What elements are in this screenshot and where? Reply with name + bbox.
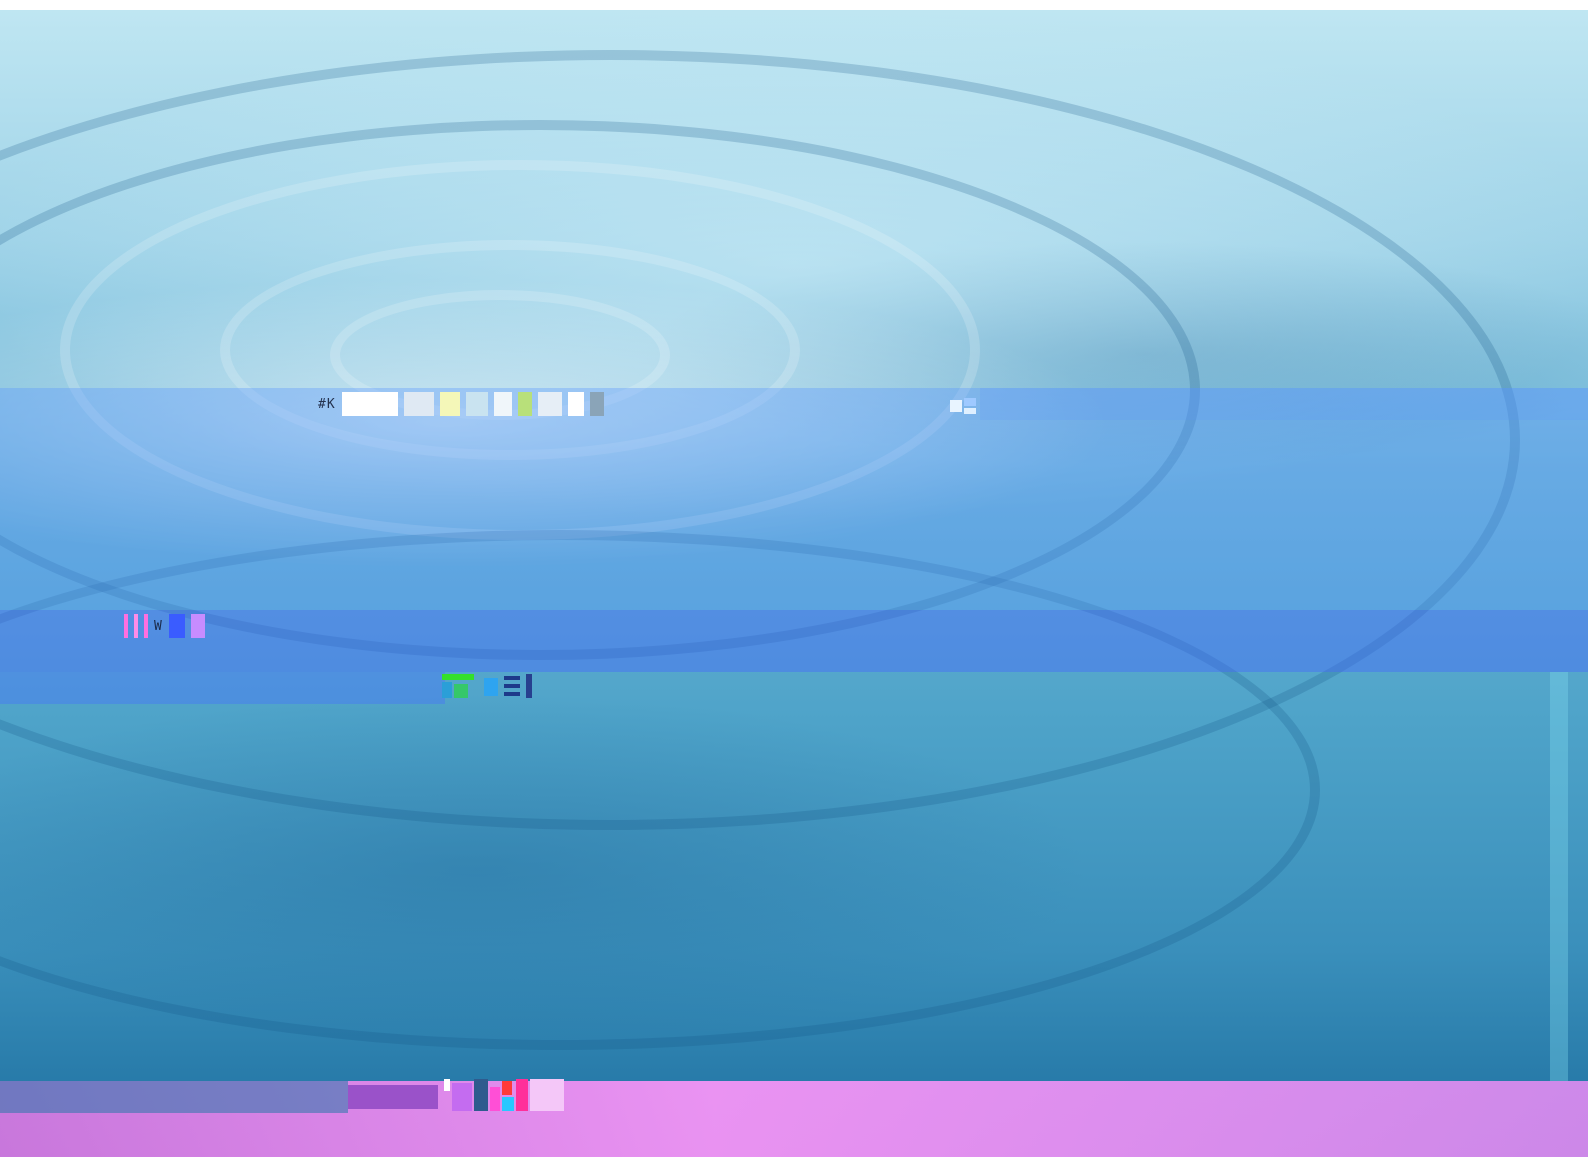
glitch-block <box>517 392 532 416</box>
glitch-block <box>168 614 185 638</box>
status-text: W <box>154 618 163 634</box>
glitch-block <box>589 392 604 416</box>
glitch-block <box>567 392 584 416</box>
window-title-text: #K <box>318 396 336 412</box>
glitch-block <box>124 614 128 638</box>
glitch-block <box>144 614 148 638</box>
taskbar-glyph-icon <box>444 1078 584 1116</box>
window-glyph-icon <box>948 394 980 423</box>
glitch-block <box>439 392 460 416</box>
ripple-ring <box>60 160 980 540</box>
water-wallpaper <box>0 10 1588 1157</box>
taskbar[interactable] <box>348 1078 584 1116</box>
glitch-block <box>190 614 205 638</box>
glitch-block <box>403 392 434 416</box>
glitch-block <box>465 392 488 416</box>
toolbar-button[interactable] <box>442 672 572 704</box>
ripple-ring <box>0 50 1520 830</box>
glitch-block <box>537 392 562 416</box>
ripple-ring <box>220 240 800 460</box>
status-bar: W <box>124 610 205 642</box>
ripple-ring <box>0 530 1320 1050</box>
glitch-block <box>348 1085 438 1109</box>
desktop-screen: #K W <box>0 0 1588 1157</box>
glitch-block <box>134 614 138 638</box>
glitch-block <box>493 392 512 416</box>
window-title-bar[interactable]: #K <box>318 388 604 420</box>
toolbar-glyph-icon <box>442 672 572 705</box>
corrupted-scrollbar-strip <box>1550 672 1568 1081</box>
window-menu-button[interactable] <box>948 392 980 424</box>
glitch-block <box>341 392 398 416</box>
